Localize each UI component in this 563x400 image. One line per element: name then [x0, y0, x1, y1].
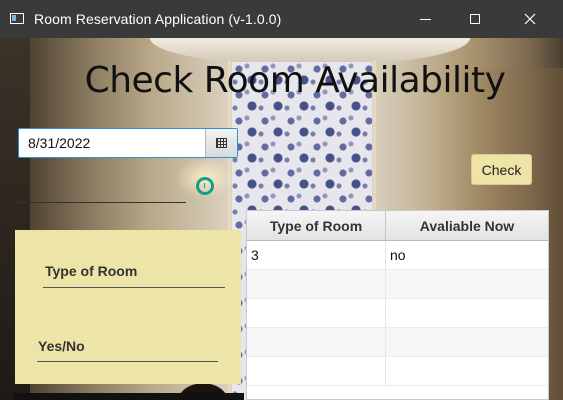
table-cell: 3: [247, 241, 386, 269]
maximize-icon: [470, 14, 480, 24]
minimize-icon: [419, 18, 431, 20]
type-of-room-label: Type of Room: [45, 263, 138, 279]
window-title: Room Reservation Application (v-1.0.0): [34, 11, 282, 27]
table-cell: no: [390, 247, 406, 263]
close-icon: [524, 13, 536, 25]
table-cell: [247, 299, 386, 327]
column-header-type[interactable]: Type of Room: [247, 211, 386, 240]
table-cell: [247, 357, 386, 385]
background-shadow: [14, 393, 244, 400]
calendar-icon: [216, 138, 227, 148]
table-cell: [386, 357, 548, 385]
table-cell: [386, 328, 548, 356]
table-row[interactable]: [247, 328, 548, 357]
table-cell: [386, 299, 548, 327]
main-content: Check Room Availability 8/31/2022 Check …: [0, 38, 563, 400]
date-picker[interactable]: 8/31/2022: [18, 128, 238, 158]
minimize-button[interactable]: [402, 0, 448, 38]
table-row[interactable]: [247, 299, 548, 328]
page-title: Check Room Availability: [84, 60, 506, 101]
table-cell: [247, 328, 386, 356]
calendar-button[interactable]: [205, 129, 237, 157]
check-button[interactable]: Check: [471, 154, 532, 185]
maximize-button[interactable]: [452, 0, 498, 38]
divider: [18, 202, 186, 203]
yes-no-label: Yes/No: [38, 338, 85, 354]
yes-no-field[interactable]: [37, 361, 218, 362]
date-input[interactable]: 8/31/2022: [28, 135, 90, 151]
table-row[interactable]: [247, 357, 548, 386]
room-info-panel: Type of Room Yes/No: [15, 230, 241, 384]
table-row[interactable]: 3 no: [247, 241, 548, 270]
app-window-icon: [10, 13, 24, 24]
table-cell: [247, 270, 386, 298]
table-cell: [386, 270, 548, 298]
loading-spinner-icon: [196, 177, 214, 195]
type-of-room-field[interactable]: [43, 287, 225, 288]
close-button[interactable]: [507, 0, 553, 38]
title-bar[interactable]: Room Reservation Application (v-1.0.0): [0, 0, 563, 38]
availability-table[interactable]: Type of Room Avaliable Now 3 no: [246, 210, 549, 400]
table-row[interactable]: [247, 270, 548, 299]
column-header-available[interactable]: Avaliable Now: [386, 211, 548, 240]
table-header: Type of Room Avaliable Now: [247, 211, 548, 241]
